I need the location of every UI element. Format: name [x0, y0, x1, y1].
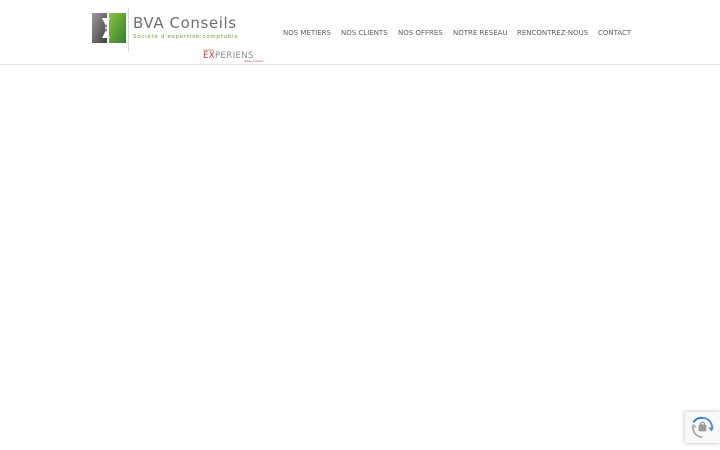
main-content: [0, 65, 720, 450]
recaptcha-icon: [691, 416, 714, 439]
nav-item-rencontrez-nous[interactable]: RENCONTREZ-NOUS: [517, 29, 588, 37]
nav-item-nos-metiers[interactable]: NOS METIERS: [283, 29, 331, 37]
main-navigation: NOS METIERS NOS CLIENTS NOS OFFRES NOTRE…: [0, 0, 720, 65]
nav-item-nos-clients[interactable]: NOS CLIENTS: [341, 29, 388, 37]
recaptcha-badge[interactable]: [685, 412, 720, 443]
nav-item-nos-offres[interactable]: NOS OFFRES: [398, 29, 443, 37]
site-header: BVA Conseils Société d'expertise comptab…: [0, 0, 720, 65]
nav-item-notre-reseau[interactable]: NOTRE RESEAU: [453, 29, 508, 37]
nav-item-contact[interactable]: CONTACT: [598, 29, 631, 37]
